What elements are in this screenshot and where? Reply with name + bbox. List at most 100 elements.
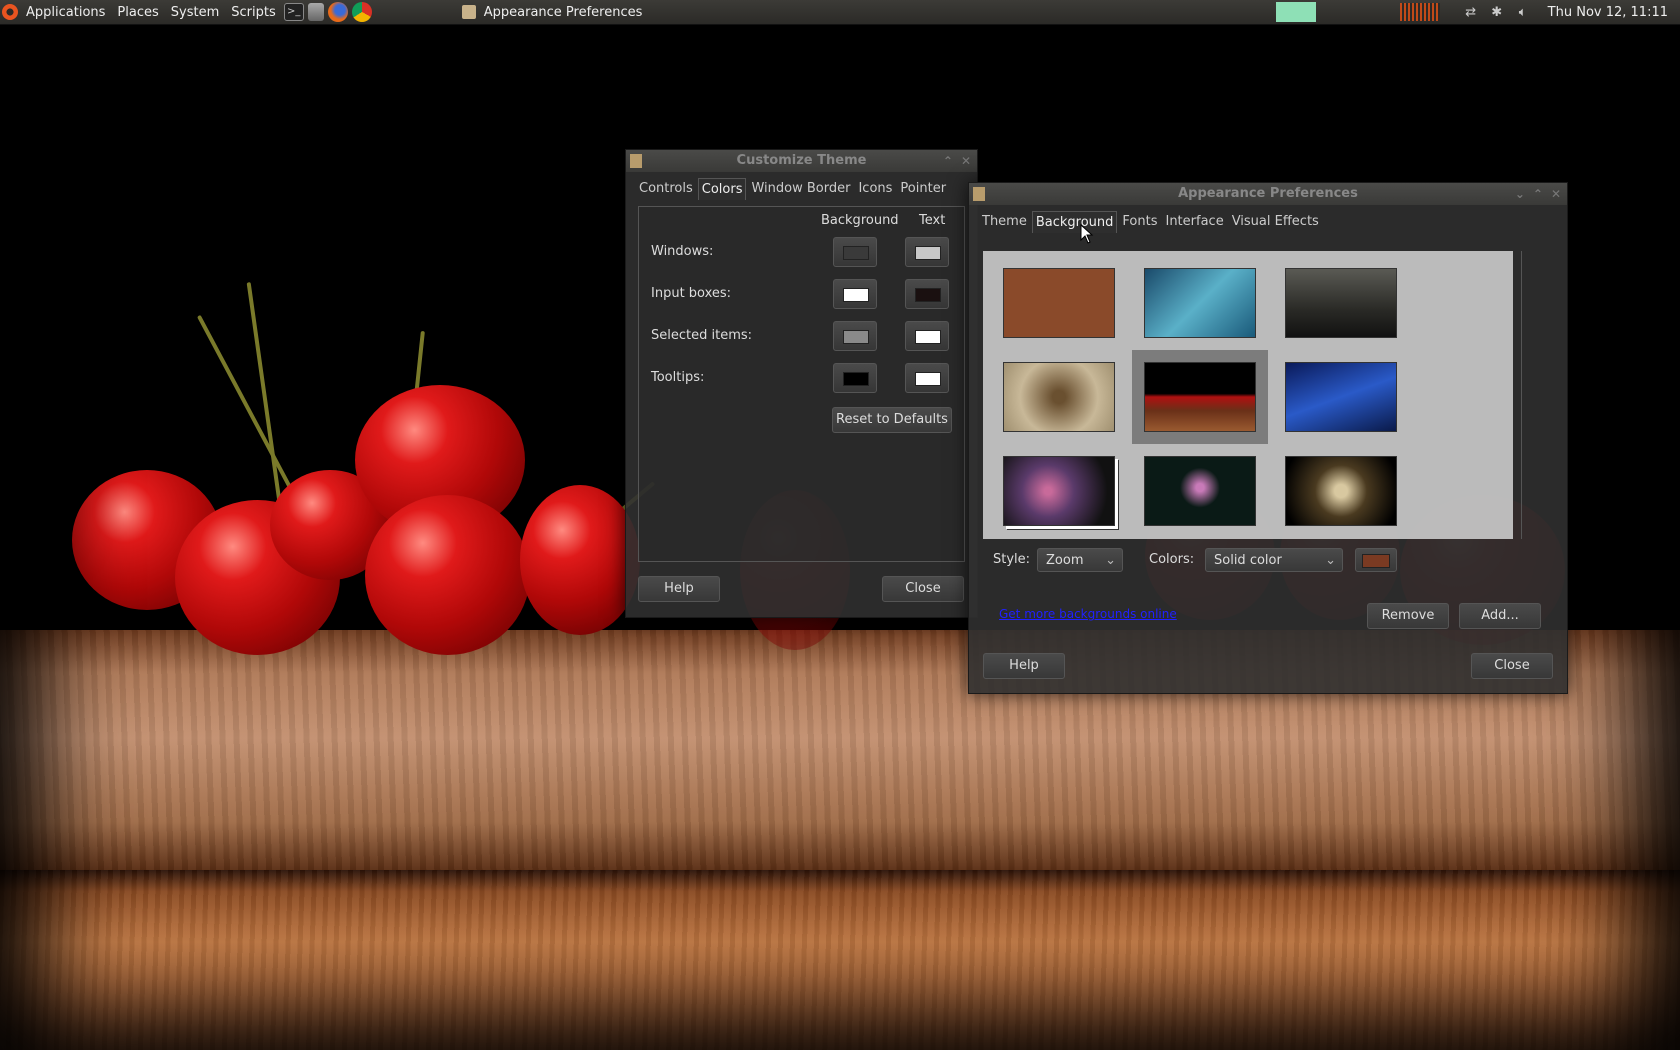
color-swatch — [843, 288, 869, 302]
volume-icon[interactable]: 🔈︎ — [1515, 5, 1531, 20]
cherry — [520, 485, 640, 635]
chevron-down-icon: ⌄ — [1325, 553, 1336, 568]
tab-window-border[interactable]: Window Border — [748, 178, 853, 200]
wallpaper-thumb-cherries[interactable] — [1132, 350, 1268, 444]
firefox-icon[interactable] — [327, 2, 348, 22]
row-label-windows: Windows: — [651, 244, 714, 259]
customize-theme-tabs: Controls Colors Window Border Icons Poin… — [626, 172, 977, 200]
colors-dropdown-value: Solid color — [1214, 553, 1282, 568]
style-dropdown-value: Zoom — [1046, 553, 1084, 568]
wallpaper-thumb-dry-grass[interactable] — [1003, 362, 1115, 432]
thumbnail-scrollbar[interactable] — [1521, 251, 1536, 539]
selected-items-background-color-button[interactable] — [833, 321, 877, 351]
window-title: Appearance Preferences — [1178, 186, 1358, 201]
ubuntu-logo-icon[interactable] — [2, 4, 18, 20]
cherry — [365, 495, 530, 655]
colors-pane: Background Text Windows: Input boxes: Se… — [638, 206, 965, 562]
windows-background-color-button[interactable] — [833, 237, 877, 267]
windows-text-color-button[interactable] — [905, 237, 949, 267]
chrome-icon[interactable] — [351, 2, 372, 22]
appearance-preferences-window: Appearance Preferences ⌄ ⌃ ✕ Theme Backg… — [968, 182, 1568, 694]
style-dropdown[interactable]: Zoom ⌄ — [1037, 548, 1123, 572]
wallpaper-thumb-hands[interactable] — [1285, 456, 1397, 526]
wallpaper-thumb-night-sky[interactable] — [1285, 362, 1397, 432]
reset-to-defaults-button[interactable]: Reset to Defaults — [832, 407, 952, 433]
wallpaper-thumbnail-grid — [983, 251, 1513, 539]
column-header-text: Text — [919, 213, 946, 228]
colors-dropdown[interactable]: Solid color ⌄ — [1205, 548, 1343, 572]
appearance-app-icon — [461, 5, 476, 19]
input-boxes-text-color-button[interactable] — [905, 279, 949, 309]
appearance-titlebar[interactable]: Appearance Preferences ⌄ ⌃ ✕ — [969, 183, 1567, 205]
tab-icons[interactable]: Icons — [855, 178, 895, 200]
terminal-icon[interactable]: >_ — [283, 3, 304, 21]
tab-colors[interactable]: Colors — [697, 178, 747, 200]
color-swatch — [1362, 554, 1390, 568]
close-icon[interactable]: ✕ — [961, 150, 971, 172]
cherry-stem — [246, 282, 284, 521]
color-swatch — [915, 288, 941, 302]
color-swatch — [915, 372, 941, 386]
input-boxes-background-color-button[interactable] — [833, 279, 877, 309]
tab-interface[interactable]: Interface — [1162, 211, 1226, 233]
close-icon[interactable]: ✕ — [1551, 183, 1561, 205]
background-color-button[interactable] — [1355, 548, 1397, 572]
tab-controls[interactable]: Controls — [636, 178, 696, 200]
wood-table-front — [0, 870, 1680, 1050]
tab-theme[interactable]: Theme — [979, 211, 1030, 233]
help-button[interactable]: Help — [983, 653, 1065, 679]
selected-items-text-color-button[interactable] — [905, 321, 949, 351]
color-swatch — [843, 330, 869, 344]
window-app-icon — [973, 187, 985, 201]
column-header-background: Background — [821, 213, 899, 228]
calculator-icon[interactable] — [307, 3, 324, 21]
tab-background[interactable]: Background — [1031, 211, 1118, 233]
color-swatch — [915, 330, 941, 344]
chevron-down-icon: ⌄ — [1105, 553, 1116, 568]
taskbar-window-button[interactable]: Appearance Preferences — [461, 4, 643, 20]
menu-places[interactable]: Places — [111, 5, 164, 20]
row-label-input-boxes: Input boxes: — [651, 286, 732, 301]
add-button[interactable]: Add... — [1459, 603, 1541, 629]
maximize-icon[interactable]: ⌃ — [1533, 183, 1543, 205]
close-button[interactable]: Close — [882, 576, 964, 602]
tab-visual-effects[interactable]: Visual Effects — [1229, 211, 1322, 233]
network-icon[interactable]: ⇄ — [1463, 5, 1479, 20]
color-swatch — [843, 372, 869, 386]
menu-applications[interactable]: Applications — [20, 5, 111, 20]
wallpaper-thumb-dark-landscape[interactable] — [1285, 268, 1397, 338]
window-app-icon — [630, 154, 642, 168]
bluetooth-icon[interactable]: ✱ — [1489, 5, 1505, 20]
cherry-stem — [196, 314, 304, 511]
minimize-icon[interactable]: ⌄ — [1515, 183, 1525, 205]
menu-scripts[interactable]: Scripts — [225, 5, 281, 20]
wallpaper-thumb-agave-leaves[interactable] — [1144, 268, 1256, 338]
customize-theme-titlebar[interactable]: Customize Theme ⌃ ✕ — [626, 150, 977, 172]
help-button[interactable]: Help — [638, 576, 720, 602]
row-label-tooltips: Tooltips: — [651, 370, 705, 385]
tooltips-background-color-button[interactable] — [833, 363, 877, 393]
get-more-backgrounds-link[interactable]: Get more backgrounds online — [999, 607, 1177, 621]
tab-fonts[interactable]: Fonts — [1119, 211, 1160, 233]
system-monitor-applet[interactable] — [1275, 2, 1316, 22]
style-label: Style: — [993, 552, 1031, 567]
close-button[interactable]: Close — [1471, 653, 1553, 679]
colors-label: Colors: — [1149, 552, 1195, 567]
wallpaper-thumb-nebula[interactable] — [1003, 456, 1115, 526]
taskbar-window-title: Appearance Preferences — [483, 4, 643, 20]
network-graph-applet[interactable] — [1399, 3, 1440, 21]
remove-button[interactable]: Remove — [1367, 603, 1449, 629]
color-swatch — [915, 246, 941, 260]
color-swatch — [843, 246, 869, 260]
clock[interactable]: Thu Nov 12, 11:11 — [1542, 5, 1674, 20]
top-panel: Applications Places System Scripts >_ Ap… — [0, 0, 1680, 25]
wallpaper-thumb-solid-brown[interactable] — [1003, 268, 1115, 338]
wallpaper-thumb-water-lily[interactable] — [1144, 456, 1256, 526]
tab-pointer[interactable]: Pointer — [897, 178, 949, 200]
customize-theme-window: Customize Theme ⌃ ✕ Controls Colors Wind… — [625, 149, 978, 618]
tooltips-text-color-button[interactable] — [905, 363, 949, 393]
appearance-tabs: Theme Background Fonts Interface Visual … — [969, 205, 1567, 233]
row-label-selected-items: Selected items: — [651, 328, 753, 343]
menu-system[interactable]: System — [165, 5, 225, 20]
maximize-icon[interactable]: ⌃ — [943, 150, 953, 172]
